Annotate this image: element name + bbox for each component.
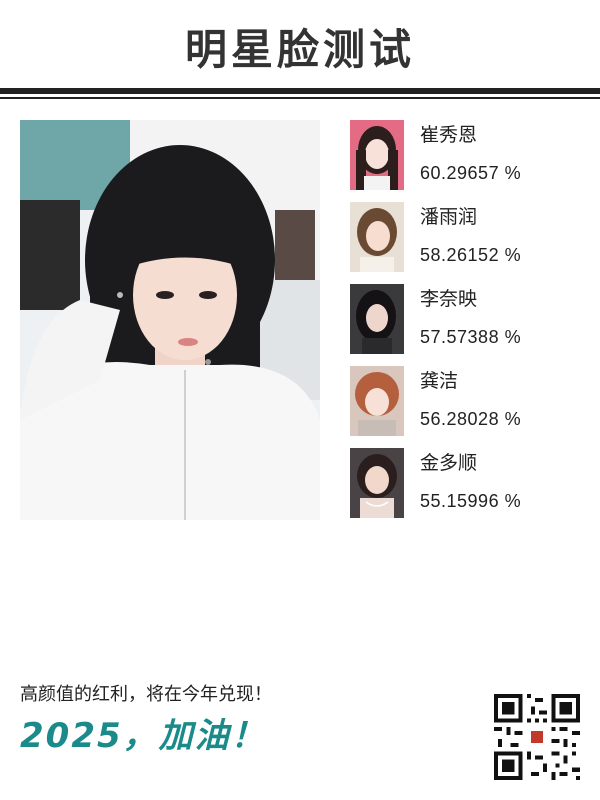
match-name: 金多顺	[420, 452, 478, 474]
match-name: 李奈映	[420, 288, 478, 310]
match-score: 57.57388 %	[420, 327, 522, 347]
match-photo	[350, 120, 404, 190]
match-score: 60.29657 %	[420, 163, 522, 183]
divider-thick	[0, 88, 600, 94]
match-item[interactable]: 潘雨润 58.26152 %	[350, 202, 580, 284]
page-title: 明星脸测试	[184, 25, 415, 74]
qr-code-icon	[494, 694, 580, 780]
match-item[interactable]: 崔秀恩 60.29657 %	[350, 120, 580, 202]
match-list: 崔秀恩 60.29657 % 潘雨润 58.26152 % 李奈映 57.573…	[350, 120, 580, 530]
slogan: 2025，加油！	[20, 716, 267, 756]
match-photo	[350, 284, 404, 354]
match-score: 58.26152 %	[420, 245, 522, 265]
match-item[interactable]: 李奈映 57.57388 %	[350, 284, 580, 366]
divider-thin	[0, 97, 600, 99]
user-photo	[20, 120, 320, 520]
match-photo	[350, 448, 404, 518]
match-item[interactable]: 龚洁 56.28028 %	[350, 366, 580, 448]
match-score: 56.28028 %	[420, 409, 522, 429]
match-score: 55.15996 %	[420, 491, 522, 511]
tagline: 高颜值的红利，将在今年兑现！	[20, 684, 272, 705]
match-name: 龚洁	[420, 370, 459, 392]
match-name: 潘雨润	[420, 206, 478, 228]
match-photo	[350, 202, 404, 272]
header: 明星脸测试	[0, 0, 600, 88]
match-name: 崔秀恩	[420, 124, 478, 146]
match-item[interactable]: 金多顺 55.15996 %	[350, 448, 580, 530]
match-photo	[350, 366, 404, 436]
